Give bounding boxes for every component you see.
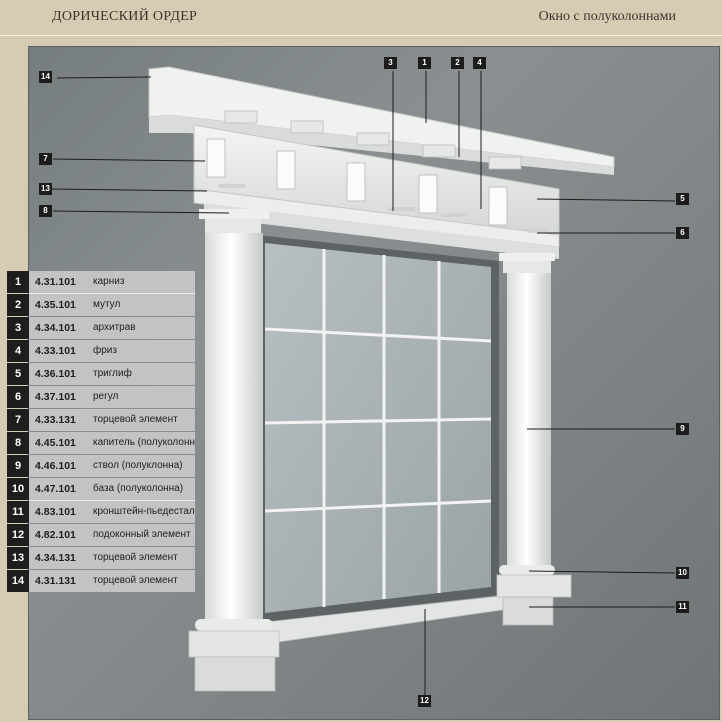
legend-code: 4.45.101 [29, 432, 89, 454]
legend-name: регул [89, 386, 195, 408]
legend-row: 9 4.46.101 ствол (полуклонна) [7, 455, 195, 477]
legend-number: 10 [7, 478, 29, 500]
legend-number: 3 [7, 317, 29, 339]
callout-6: 6 [676, 227, 689, 239]
legend-row: 14 4.31.131 торцевой элемент [7, 570, 195, 592]
callout-11: 11 [676, 601, 689, 613]
legend-code: 4.35.101 [29, 294, 89, 316]
legend-row: 7 4.33.131 торцевой элемент [7, 409, 195, 431]
legend-name: кронштейн-пьедестал [89, 501, 195, 523]
legend-number: 2 [7, 294, 29, 316]
legend-code: 4.46.101 [29, 455, 89, 477]
page-subtitle: Окно с полуколоннами [538, 9, 676, 24]
legend-name: торцевой элемент [89, 409, 195, 431]
legend-number: 6 [7, 386, 29, 408]
legend-row: 2 4.35.101 мутул [7, 294, 195, 316]
legend-name: подоконный элемент [89, 524, 195, 546]
legend-number: 14 [7, 570, 29, 592]
callout-9: 9 [676, 423, 689, 435]
page-title: ДОРИЧЕСКИЙ ОРДЕР [52, 9, 198, 24]
legend-row: 1 4.31.101 карниз [7, 271, 195, 293]
callout-10: 10 [676, 567, 689, 579]
legend-code: 4.33.101 [29, 340, 89, 362]
legend-row: 5 4.36.101 триглиф [7, 363, 195, 385]
callout-12: 12 [418, 695, 431, 707]
callout-14: 14 [39, 71, 52, 83]
legend-row: 13 4.34.131 торцевой элемент [7, 547, 195, 569]
legend-name: торцевой элемент [89, 547, 195, 569]
legend-name: база (полуколонна) [89, 478, 195, 500]
legend-number: 9 [7, 455, 29, 477]
legend-row: 4 4.33.101 фриз [7, 340, 195, 362]
callout-13: 13 [39, 183, 52, 195]
callout-5: 5 [676, 193, 689, 205]
legend-code: 4.31.131 [29, 570, 89, 592]
callout-8: 8 [39, 205, 52, 217]
legend-row: 10 4.47.101 база (полуколонна) [7, 478, 195, 500]
legend-name: ствол (полуклонна) [89, 455, 195, 477]
legend-row: 6 4.37.101 регул [7, 386, 195, 408]
legend-code: 4.37.101 [29, 386, 89, 408]
legend-code: 4.31.101 [29, 271, 89, 293]
legend-name: капитель (полуколонна) [89, 432, 195, 454]
legend-row: 8 4.45.101 капитель (полуколонна) [7, 432, 195, 454]
right-half-column [496, 253, 572, 626]
legend-number: 12 [7, 524, 29, 546]
callout-4: 4 [473, 57, 486, 69]
legend-number: 4 [7, 340, 29, 362]
legend-row: 12 4.82.101 подоконный элемент [7, 524, 195, 546]
legend-name: мутул [89, 294, 195, 316]
legend-number: 11 [7, 501, 29, 523]
legend-number: 1 [7, 271, 29, 293]
window-glass [265, 243, 491, 613]
legend-code: 4.83.101 [29, 501, 89, 523]
callout-7: 7 [39, 153, 52, 165]
legend-code: 4.82.101 [29, 524, 89, 546]
legend-name: фриз [89, 340, 195, 362]
legend-code: 4.34.131 [29, 547, 89, 569]
legend-name: карниз [89, 271, 195, 293]
header-divider [0, 35, 722, 36]
legend-name: триглиф [89, 363, 195, 385]
legend-row: 3 4.34.101 архитрав [7, 317, 195, 339]
legend-code: 4.34.101 [29, 317, 89, 339]
legend-code: 4.47.101 [29, 478, 89, 500]
legend-number: 8 [7, 432, 29, 454]
legend-number: 7 [7, 409, 29, 431]
legend-number: 13 [7, 547, 29, 569]
legend-number: 5 [7, 363, 29, 385]
legend-code: 4.33.131 [29, 409, 89, 431]
legend-code: 4.36.101 [29, 363, 89, 385]
header-bar: ДОРИЧЕСКИЙ ОРДЕР Окно с полуколоннами [0, 0, 722, 36]
callout-2: 2 [451, 57, 464, 69]
legend-row: 11 4.83.101 кронштейн-пьедестал [7, 501, 195, 523]
legend-name: архитрав [89, 317, 195, 339]
legend-name: торцевой элемент [89, 570, 195, 592]
callout-3: 3 [384, 57, 397, 69]
callout-1: 1 [418, 57, 431, 69]
